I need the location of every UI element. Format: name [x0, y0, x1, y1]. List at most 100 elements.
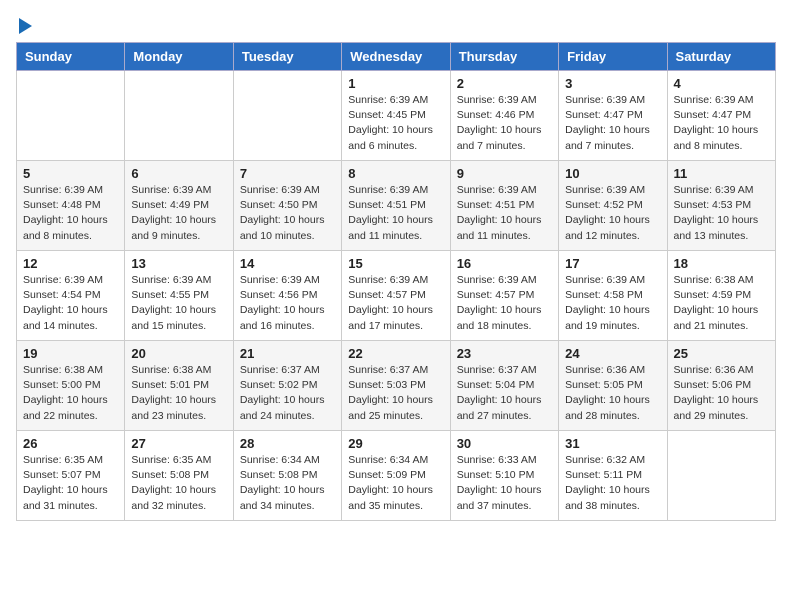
calendar-day-cell: 18 Sunrise: 6:38 AM Sunset: 4:59 PM Dayli… — [667, 251, 775, 341]
day-info: Sunrise: 6:38 AM Sunset: 5:00 PM Dayligh… — [23, 363, 118, 424]
calendar-day-cell: 4 Sunrise: 6:39 AM Sunset: 4:47 PM Daylig… — [667, 71, 775, 161]
calendar-day-cell — [17, 71, 125, 161]
day-number: 11 — [674, 166, 769, 181]
calendar-day-cell: 5Sunrise: 6:39 AM Sunset: 4:48 PM Daylig… — [17, 161, 125, 251]
day-info: Sunrise: 6:32 AM Sunset: 5:11 PM Dayligh… — [565, 453, 660, 514]
calendar-table: SundayMondayTuesdayWednesdayThursdayFrid… — [16, 42, 776, 521]
calendar-day-cell — [667, 431, 775, 521]
day-info: Sunrise: 6:39 AM Sunset: 4:49 PM Dayligh… — [131, 183, 226, 244]
day-number: 8 — [348, 166, 443, 181]
day-info: Sunrise: 6:39 AM Sunset: 4:55 PM Dayligh… — [131, 273, 226, 334]
day-info: Sunrise: 6:39 AM Sunset: 4:53 PM Dayligh… — [674, 183, 769, 244]
calendar-week-row: 19 Sunrise: 6:38 AM Sunset: 5:00 PM Dayli… — [17, 341, 776, 431]
day-number: 15 — [348, 256, 443, 271]
calendar-day-cell: 8 Sunrise: 6:39 AM Sunset: 4:51 PM Daylig… — [342, 161, 450, 251]
calendar-day-cell: 7Sunrise: 6:39 AM Sunset: 4:50 PM Daylig… — [233, 161, 341, 251]
calendar-day-cell: 16 Sunrise: 6:39 AM Sunset: 4:57 PM Dayli… — [450, 251, 558, 341]
day-number: 1 — [348, 76, 443, 91]
day-info: Sunrise: 6:39 AM Sunset: 4:56 PM Dayligh… — [240, 273, 335, 334]
day-number: 10 — [565, 166, 660, 181]
calendar-day-cell: 21 Sunrise: 6:37 AM Sunset: 5:02 PM Dayli… — [233, 341, 341, 431]
calendar-day-cell: 30 Sunrise: 6:33 AM Sunset: 5:10 PM Dayli… — [450, 431, 558, 521]
day-number: 29 — [348, 436, 443, 451]
day-info: Sunrise: 6:34 AM Sunset: 5:09 PM Dayligh… — [348, 453, 443, 514]
calendar-day-cell — [233, 71, 341, 161]
day-number: 6 — [131, 166, 226, 181]
day-info: Sunrise: 6:39 AM Sunset: 4:48 PM Dayligh… — [23, 183, 118, 244]
calendar-day-cell: 13 Sunrise: 6:39 AM Sunset: 4:55 PM Dayli… — [125, 251, 233, 341]
calendar-day-cell: 1Sunrise: 6:39 AM Sunset: 4:45 PM Daylig… — [342, 71, 450, 161]
calendar-day-cell: 31Sunrise: 6:32 AM Sunset: 5:11 PM Dayli… — [559, 431, 667, 521]
calendar-day-cell: 23Sunrise: 6:37 AM Sunset: 5:04 PM Dayli… — [450, 341, 558, 431]
day-number: 4 — [674, 76, 769, 91]
day-info: Sunrise: 6:35 AM Sunset: 5:07 PM Dayligh… — [23, 453, 118, 514]
day-number: 28 — [240, 436, 335, 451]
calendar-weekday-sunday: Sunday — [17, 43, 125, 71]
day-number: 22 — [348, 346, 443, 361]
calendar-day-cell: 6 Sunrise: 6:39 AM Sunset: 4:49 PM Daylig… — [125, 161, 233, 251]
day-info: Sunrise: 6:34 AM Sunset: 5:08 PM Dayligh… — [240, 453, 335, 514]
calendar-day-cell: 26 Sunrise: 6:35 AM Sunset: 5:07 PM Dayli… — [17, 431, 125, 521]
calendar-header-row: SundayMondayTuesdayWednesdayThursdayFrid… — [17, 43, 776, 71]
day-number: 16 — [457, 256, 552, 271]
calendar-day-cell: 25Sunrise: 6:36 AM Sunset: 5:06 PM Dayli… — [667, 341, 775, 431]
day-number: 27 — [131, 436, 226, 451]
calendar-week-row: 12Sunrise: 6:39 AM Sunset: 4:54 PM Dayli… — [17, 251, 776, 341]
day-info: Sunrise: 6:38 AM Sunset: 5:01 PM Dayligh… — [131, 363, 226, 424]
day-number: 21 — [240, 346, 335, 361]
day-number: 24 — [565, 346, 660, 361]
day-info: Sunrise: 6:36 AM Sunset: 5:06 PM Dayligh… — [674, 363, 769, 424]
calendar-day-cell: 17 Sunrise: 6:39 AM Sunset: 4:58 PM Dayli… — [559, 251, 667, 341]
day-info: Sunrise: 6:37 AM Sunset: 5:03 PM Dayligh… — [348, 363, 443, 424]
day-info: Sunrise: 6:36 AM Sunset: 5:05 PM Dayligh… — [565, 363, 660, 424]
calendar-day-cell — [125, 71, 233, 161]
calendar-day-cell: 11 Sunrise: 6:39 AM Sunset: 4:53 PM Dayli… — [667, 161, 775, 251]
calendar-day-cell: 22 Sunrise: 6:37 AM Sunset: 5:03 PM Dayli… — [342, 341, 450, 431]
day-info: Sunrise: 6:33 AM Sunset: 5:10 PM Dayligh… — [457, 453, 552, 514]
day-number: 26 — [23, 436, 118, 451]
day-info: Sunrise: 6:39 AM Sunset: 4:47 PM Dayligh… — [674, 93, 769, 154]
logo-arrow-icon — [19, 18, 32, 34]
calendar-day-cell: 24 Sunrise: 6:36 AM Sunset: 5:05 PM Dayli… — [559, 341, 667, 431]
calendar-weekday-thursday: Thursday — [450, 43, 558, 71]
calendar-day-cell: 19 Sunrise: 6:38 AM Sunset: 5:00 PM Dayli… — [17, 341, 125, 431]
day-number: 12 — [23, 256, 118, 271]
calendar-weekday-wednesday: Wednesday — [342, 43, 450, 71]
calendar-day-cell: 27 Sunrise: 6:35 AM Sunset: 5:08 PM Dayli… — [125, 431, 233, 521]
day-number: 14 — [240, 256, 335, 271]
calendar-weekday-tuesday: Tuesday — [233, 43, 341, 71]
day-info: Sunrise: 6:39 AM Sunset: 4:57 PM Dayligh… — [457, 273, 552, 334]
day-info: Sunrise: 6:37 AM Sunset: 5:02 PM Dayligh… — [240, 363, 335, 424]
day-info: Sunrise: 6:38 AM Sunset: 4:59 PM Dayligh… — [674, 273, 769, 334]
day-info: Sunrise: 6:39 AM Sunset: 4:57 PM Dayligh… — [348, 273, 443, 334]
calendar-weekday-friday: Friday — [559, 43, 667, 71]
calendar-day-cell: 3Sunrise: 6:39 AM Sunset: 4:47 PM Daylig… — [559, 71, 667, 161]
calendar-day-cell: 9Sunrise: 6:39 AM Sunset: 4:51 PM Daylig… — [450, 161, 558, 251]
day-info: Sunrise: 6:39 AM Sunset: 4:52 PM Dayligh… — [565, 183, 660, 244]
day-info: Sunrise: 6:35 AM Sunset: 5:08 PM Dayligh… — [131, 453, 226, 514]
day-number: 3 — [565, 76, 660, 91]
day-number: 7 — [240, 166, 335, 181]
calendar-day-cell: 15 Sunrise: 6:39 AM Sunset: 4:57 PM Dayli… — [342, 251, 450, 341]
day-info: Sunrise: 6:39 AM Sunset: 4:51 PM Dayligh… — [457, 183, 552, 244]
page-header — [16, 16, 776, 30]
calendar-day-cell: 10 Sunrise: 6:39 AM Sunset: 4:52 PM Dayli… — [559, 161, 667, 251]
calendar-day-cell: 2 Sunrise: 6:39 AM Sunset: 4:46 PM Daylig… — [450, 71, 558, 161]
calendar-day-cell: 20 Sunrise: 6:38 AM Sunset: 5:01 PM Dayli… — [125, 341, 233, 431]
day-info: Sunrise: 6:39 AM Sunset: 4:51 PM Dayligh… — [348, 183, 443, 244]
day-info: Sunrise: 6:39 AM Sunset: 4:46 PM Dayligh… — [457, 93, 552, 154]
day-info: Sunrise: 6:39 AM Sunset: 4:58 PM Dayligh… — [565, 273, 660, 334]
day-number: 18 — [674, 256, 769, 271]
calendar-week-row: 26 Sunrise: 6:35 AM Sunset: 5:07 PM Dayli… — [17, 431, 776, 521]
calendar-weekday-monday: Monday — [125, 43, 233, 71]
calendar-day-cell: 28 Sunrise: 6:34 AM Sunset: 5:08 PM Dayli… — [233, 431, 341, 521]
day-number: 13 — [131, 256, 226, 271]
day-number: 2 — [457, 76, 552, 91]
day-number: 17 — [565, 256, 660, 271]
day-number: 30 — [457, 436, 552, 451]
calendar-week-row: 5Sunrise: 6:39 AM Sunset: 4:48 PM Daylig… — [17, 161, 776, 251]
day-number: 19 — [23, 346, 118, 361]
day-number: 20 — [131, 346, 226, 361]
calendar-week-row: 1Sunrise: 6:39 AM Sunset: 4:45 PM Daylig… — [17, 71, 776, 161]
day-info: Sunrise: 6:37 AM Sunset: 5:04 PM Dayligh… — [457, 363, 552, 424]
